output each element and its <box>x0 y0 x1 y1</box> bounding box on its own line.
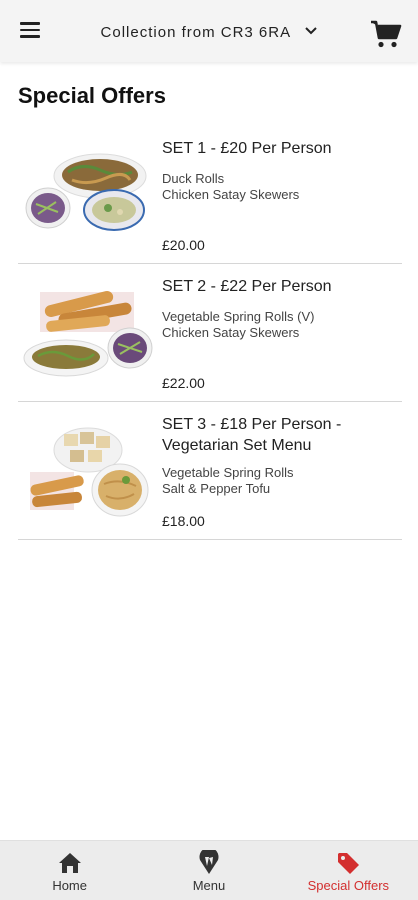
offer-price: £18.00 <box>162 513 205 529</box>
nav-item-label: Special Offers <box>307 878 390 893</box>
offer-items: Duck Rolls Chicken Satay Skewers <box>162 171 398 203</box>
offer-items: Vegetable Spring Rolls (V) Chicken Satay… <box>162 309 398 341</box>
offer-item: Chicken Satay Skewers <box>162 325 300 340</box>
offer-title: SET 3 - £18 Per Person - Vegetarian Set … <box>162 416 342 454</box>
nav-item-menu[interactable]: Menu <box>139 841 278 900</box>
home-icon <box>58 853 81 873</box>
menu-pin-icon <box>199 850 219 874</box>
nav-item-label: Home <box>52 878 87 893</box>
offer-card[interactable]: SET 1 - £20 Per Person Duck Rolls Chicke… <box>18 126 402 264</box>
offer-title: SET 1 - £20 Per Person <box>162 140 332 157</box>
offer-card[interactable]: SET 3 - £18 Per Person - Vegetarian Set … <box>18 402 402 540</box>
nav-item-home[interactable]: Home <box>0 841 139 900</box>
offer-item: Vegetable Spring Rolls <box>162 465 294 480</box>
collection-location-selector[interactable]: Collection from CR3 6RA <box>0 22 418 41</box>
bottom-navigation: Home Menu Special Offers <box>0 840 418 900</box>
offer-price: £20.00 <box>162 237 205 253</box>
nav-item-label: Menu <box>192 878 226 893</box>
offer-food-image <box>23 290 153 377</box>
offer-items: Vegetable Spring Rolls Salt & Pepper Tof… <box>162 465 398 497</box>
offer-price: £22.00 <box>162 375 205 391</box>
collection-location-label: Collection from CR3 6RA <box>100 24 291 41</box>
nav-item-special-offers[interactable]: Special Offers <box>279 841 418 900</box>
page-title: Special Offers <box>18 83 166 108</box>
offers-list: SET 1 - £20 Per Person Duck Rolls Chicke… <box>18 126 402 540</box>
offer-item: Vegetable Spring Rolls (V) <box>162 309 315 324</box>
tag-icon <box>338 853 360 874</box>
offer-item: Duck Rolls <box>162 171 225 186</box>
offer-card[interactable]: SET 2 - £22 Per Person Vegetable Spring … <box>18 264 402 402</box>
top-bar: Collection from CR3 6RA <box>0 0 418 62</box>
offer-title: SET 2 - £22 Per Person <box>162 278 332 295</box>
offer-item: Chicken Satay Skewers <box>162 187 300 202</box>
offer-food-image <box>30 427 149 517</box>
offer-item: Salt & Pepper Tofu <box>162 481 271 496</box>
cart-icon[interactable] <box>370 19 402 49</box>
chevron-down-icon <box>305 22 318 39</box>
offer-food-image <box>25 153 147 231</box>
